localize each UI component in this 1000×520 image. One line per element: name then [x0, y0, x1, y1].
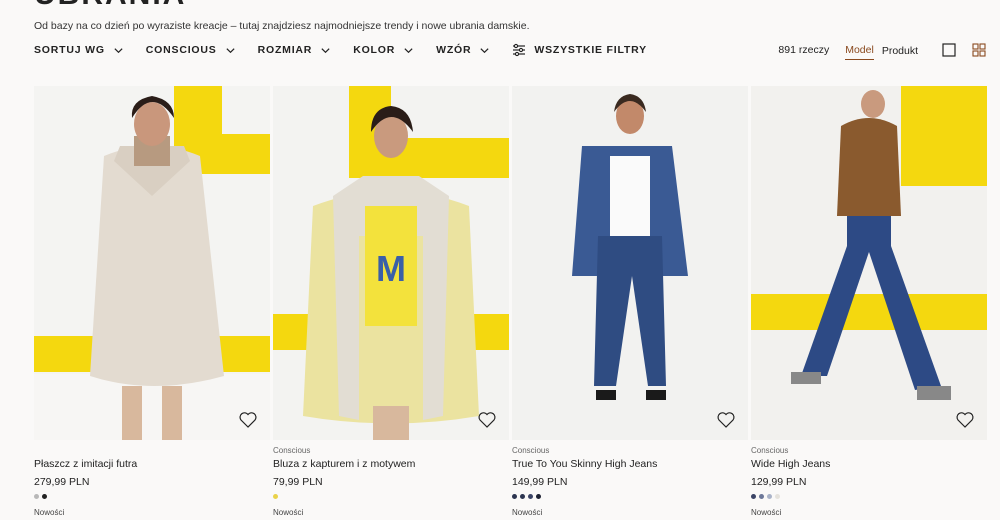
product-image[interactable]: [34, 86, 270, 440]
chevron-down-icon: [114, 47, 123, 53]
view-controls: 891 rzeczy Model Produkt: [778, 40, 986, 60]
color-swatch[interactable]: [520, 494, 525, 499]
chevron-down-icon: [480, 47, 489, 53]
view-product-toggle[interactable]: Produkt: [882, 45, 918, 60]
single-view-icon[interactable]: [942, 43, 956, 57]
chevron-down-icon: [404, 47, 413, 53]
filter-color[interactable]: KOLOR: [353, 44, 414, 56]
product-name[interactable]: True To You Skinny High Jeans: [512, 458, 748, 470]
product-name[interactable]: Bluza z kapturem i z motywem: [273, 458, 509, 470]
product-card[interactable]: Conscious True To You Skinny High Jeans …: [512, 86, 748, 517]
heart-icon[interactable]: [955, 410, 975, 430]
filter-label: ROZMIAR: [257, 44, 313, 56]
color-swatches: [34, 494, 270, 500]
product-price: 129,99 PLN: [751, 476, 807, 488]
product-tag: Conscious: [273, 446, 311, 455]
color-swatch[interactable]: [759, 494, 764, 499]
product-photo: [34, 86, 270, 440]
product-card[interactable]: M Conscious Bluza z kapturem i z motywem…: [273, 86, 509, 517]
filter-label: CONSCIOUS: [145, 44, 217, 56]
product-image[interactable]: [512, 86, 748, 440]
new-badge: Nowości: [34, 508, 65, 517]
product-price: 79,99 PLN: [273, 476, 323, 488]
heart-icon[interactable]: [238, 410, 258, 430]
color-swatch[interactable]: [42, 494, 47, 499]
color-swatch[interactable]: [528, 494, 533, 499]
product-name[interactable]: Wide High Jeans: [751, 458, 987, 470]
product-name[interactable]: Płaszcz z imitacji futra: [34, 458, 270, 470]
product-card[interactable]: Płaszcz z imitacji futra 279,99 PLN Nowo…: [34, 86, 270, 517]
filter-label: WZÓR: [436, 44, 472, 56]
chevron-down-icon: [321, 47, 330, 53]
product-price: 279,99 PLN: [34, 476, 90, 488]
all-filters-button[interactable]: WSZYSTKIE FILTRY: [512, 43, 647, 57]
color-swatch[interactable]: [273, 494, 278, 499]
filter-bar: SORTUJ WG CONSCIOUS ROZMIAR KOLOR WZÓR W…: [34, 42, 669, 58]
product-meta: Płaszcz z imitacji futra 279,99 PLN Nowo…: [34, 440, 270, 517]
sliders-icon: [513, 43, 526, 57]
product-tag: [34, 446, 270, 456]
product-tag: Conscious: [512, 446, 550, 455]
color-swatch[interactable]: [34, 494, 39, 499]
all-filters-label: WSZYSTKIE FILTRY: [534, 44, 647, 56]
color-swatch[interactable]: [512, 494, 517, 499]
product-image[interactable]: M: [273, 86, 509, 440]
filter-label: SORTUJ WG: [34, 44, 105, 56]
filter-conscious[interactable]: CONSCIOUS: [146, 44, 236, 56]
grid-view-icon[interactable]: [972, 43, 986, 57]
color-swatch[interactable]: [775, 494, 780, 499]
heart-icon[interactable]: [716, 410, 736, 430]
product-photo: M: [273, 86, 509, 440]
filter-pattern[interactable]: WZÓR: [436, 44, 490, 56]
chevron-down-icon: [226, 47, 235, 53]
color-swatches: [273, 494, 509, 500]
product-photo: [512, 86, 748, 440]
item-count: 891 rzeczy: [778, 44, 830, 56]
heart-icon[interactable]: [477, 410, 497, 430]
color-swatches: [751, 494, 987, 500]
product-price: 149,99 PLN: [512, 476, 568, 488]
color-swatch[interactable]: [767, 494, 772, 499]
filter-sort[interactable]: SORTUJ WG: [34, 44, 124, 56]
color-swatch[interactable]: [751, 494, 756, 499]
product-meta: Conscious Bluza z kapturem i z motywem 7…: [273, 440, 509, 517]
color-swatches: [512, 494, 748, 500]
product-grid: Płaszcz z imitacji futra 279,99 PLN Nowo…: [34, 86, 990, 517]
product-meta: Conscious True To You Skinny High Jeans …: [512, 440, 748, 517]
new-badge: Nowości: [273, 508, 304, 517]
product-photo: [751, 86, 987, 440]
new-badge: Nowości: [751, 508, 782, 517]
product-card[interactable]: Conscious Wide High Jeans 129,99 PLN Now…: [751, 86, 987, 517]
new-badge: Nowości: [512, 508, 543, 517]
svg-text:M: M: [376, 248, 406, 289]
product-image[interactable]: [751, 86, 987, 440]
page-title: UBRANIA: [34, 0, 186, 12]
view-model-toggle[interactable]: Model: [845, 44, 874, 60]
color-swatch[interactable]: [536, 494, 541, 499]
product-tag: Conscious: [751, 446, 789, 455]
page-description: Od bazy na co dzień po wyraziste kreacje…: [34, 20, 530, 32]
product-meta: Conscious Wide High Jeans 129,99 PLN Now…: [751, 440, 987, 517]
filter-size[interactable]: ROZMIAR: [258, 44, 332, 56]
filter-label: KOLOR: [353, 44, 396, 56]
